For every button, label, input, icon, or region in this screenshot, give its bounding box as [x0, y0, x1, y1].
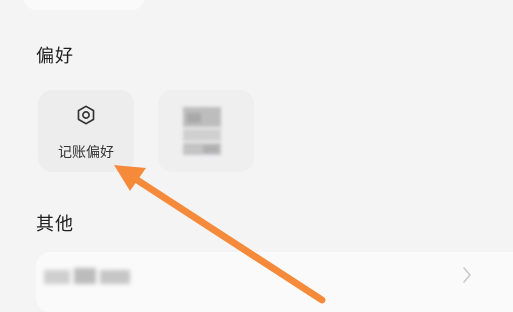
section-title-preferences: 偏好 — [36, 46, 74, 67]
blurred-row-label — [44, 268, 130, 284]
blurred-icon — [183, 107, 221, 155]
chevron-right-icon — [463, 267, 471, 283]
other-list-item[interactable] — [36, 252, 513, 312]
blurred-preference-tile[interactable] — [158, 90, 254, 172]
section-title-other: 其他 — [36, 214, 74, 235]
bookkeeping-preferences-tile[interactable]: 记账偏好 — [38, 90, 134, 172]
bookkeeping-preferences-label: 记账偏好 — [58, 145, 114, 161]
top-card-fragment — [24, 0, 144, 10]
gear-icon — [75, 104, 97, 126]
